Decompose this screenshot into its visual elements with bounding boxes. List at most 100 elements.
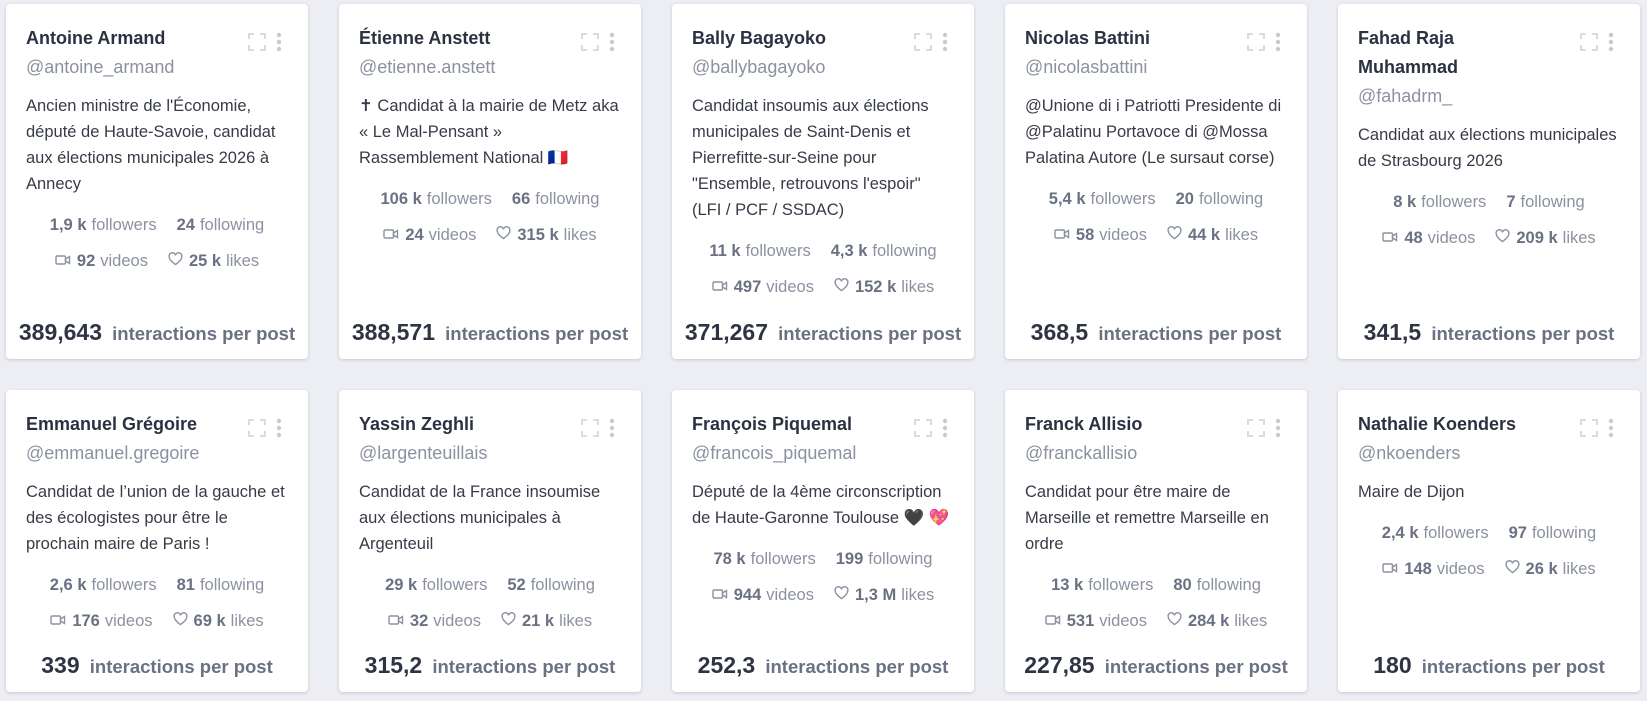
videos-count: 497 [733,278,762,296]
following-stat: 97 following [1509,515,1597,551]
more-options-icon[interactable] [609,418,615,438]
video-camera-icon [50,603,72,639]
interactions-per-post: 339 interactions per post [6,652,308,679]
following-count: 81 [176,576,195,594]
interactions-per-post: 371,267 interactions per post [672,319,974,346]
creator-handle[interactable]: @etienne.anstett [359,53,621,82]
creator-handle[interactable]: @ballybagayoko [692,53,954,82]
followers-stat: 13 k followers [1051,567,1153,603]
videos-label: videos [1099,612,1147,630]
likes-label: likes [901,278,935,296]
expand-icon[interactable] [1579,418,1599,438]
videos-label: videos [1436,560,1485,578]
likes-stat: 69 k likes [173,603,264,639]
stats-row-audience: 106 k followers 66 following [359,181,621,217]
videos-label: videos [1427,229,1476,247]
creator-handle[interactable]: @largenteuillais [359,439,621,468]
expand-icon[interactable] [1579,32,1599,52]
creator-handle[interactable]: @nicolasbattini [1025,53,1287,82]
interactions-per-post-value: 371,267 [684,319,768,345]
following-stat: 199 following [836,541,933,577]
followers-label: followers [91,216,157,234]
interactions-per-post-value: 389,643 [18,319,102,345]
creator-card[interactable]: Emmanuel Grégoire @emmanuel.gregoire Can… [6,390,308,692]
expand-icon[interactable] [1246,32,1266,52]
likes-count: 21 k [521,612,555,630]
creator-handle[interactable]: @nkoenders [1358,439,1620,468]
followers-count: 29 k [385,576,418,594]
expand-icon[interactable] [580,418,600,438]
followers-count: 78 k [713,550,746,568]
likes-label: likes [559,612,593,630]
creator-card[interactable]: Yassin Zeghli @largenteuillais Candidat … [339,390,641,692]
creator-card[interactable]: Nicolas Battini @nicolasbattini @Unione … [1005,4,1307,359]
interactions-per-post: 252,3 interactions per post [672,652,974,679]
creator-handle[interactable]: @franckallisio [1025,439,1287,468]
following-count: 199 [835,550,864,568]
interactions-per-post-label: interactions per post [445,323,629,344]
more-options-icon[interactable] [1608,418,1614,438]
followers-label: followers [750,550,816,568]
following-stat: 7 following [1506,184,1584,220]
expand-icon[interactable] [913,418,933,438]
likes-stat: 284 k likes [1167,603,1267,639]
creator-handle[interactable]: @francois_piquemal [692,439,954,468]
followers-count: 2,6 k [49,576,87,594]
interactions-per-post: 388,571 interactions per post [339,319,641,346]
creator-stats: 5,4 k followers 20 following 58 videos 4… [1025,181,1287,253]
creator-card[interactable]: Étienne Anstett @etienne.anstett ✝ Candi… [339,4,641,359]
creator-handle[interactable]: @fahadrm_ [1358,82,1620,111]
stats-row-content: 32 videos 21 k likes [359,603,621,639]
expand-icon[interactable] [913,32,933,52]
interactions-per-post-label: interactions per post [778,323,962,344]
followers-stat: 2,4 k followers [1382,515,1489,551]
video-camera-icon [712,269,734,305]
followers-label: followers [91,576,157,594]
interactions-per-post-label: interactions per post [1098,323,1282,344]
followers-stat: 5,4 k followers [1049,181,1156,217]
videos-stat: 944 videos [712,577,814,613]
likes-count: 315 k [517,226,559,244]
more-options-icon[interactable] [942,418,948,438]
more-options-icon[interactable] [942,32,948,52]
more-options-icon[interactable] [1608,32,1614,52]
card-actions [580,32,615,52]
following-stat: 80 following [1173,567,1261,603]
expand-icon[interactable] [580,32,600,52]
expand-icon[interactable] [247,418,267,438]
expand-icon[interactable] [247,32,267,52]
followers-count: 11 k [709,242,741,260]
creator-stats: 13 k followers 80 following 531 videos 2… [1025,567,1287,639]
video-camera-icon [1054,217,1076,253]
interactions-per-post-value: 341,5 [1363,319,1422,345]
creator-handle[interactable]: @antoine_armand [26,53,288,82]
expand-icon[interactable] [1246,418,1266,438]
following-stat: 66 following [512,181,600,217]
heart-icon [496,217,517,253]
videos-stat: 497 videos [712,269,814,305]
creator-card-grid: Antoine Armand @antoine_armand Ancien mi… [0,0,1647,701]
likes-stat: 44 k likes [1167,217,1258,253]
creator-card[interactable]: Bally Bagayoko @ballybagayoko Candidat i… [672,4,974,359]
more-options-icon[interactable] [276,32,282,52]
videos-label: videos [104,612,153,630]
interactions-per-post-value: 180 [1373,652,1412,678]
stats-row-audience: 78 k followers 199 following [692,541,954,577]
creator-card[interactable]: Franck Allisio @franckallisio Candidat p… [1005,390,1307,692]
more-options-icon[interactable] [1275,418,1281,438]
videos-stat: 92 videos [55,243,148,279]
more-options-icon[interactable] [609,32,615,52]
creator-card[interactable]: François Piquemal @francois_piquemal Dép… [672,390,974,692]
creator-card[interactable]: Nathalie Koenders @nkoenders Maire de Di… [1338,390,1640,692]
more-options-icon[interactable] [1275,32,1281,52]
creator-handle[interactable]: @emmanuel.gregoire [26,439,288,468]
more-options-icon[interactable] [276,418,282,438]
creator-card[interactable]: Fahad Raja Muhammad @fahadrm_ Candidat a… [1338,4,1640,359]
video-camera-icon [383,217,405,253]
followers-stat: 29 k followers [385,567,487,603]
following-count: 24 [176,216,195,234]
followers-count: 1,9 k [49,216,87,234]
creator-stats: 1,9 k followers 24 following 92 videos 2… [26,207,288,279]
creator-card[interactable]: Antoine Armand @antoine_armand Ancien mi… [6,4,308,359]
interactions-per-post-label: interactions per post [1104,656,1288,677]
